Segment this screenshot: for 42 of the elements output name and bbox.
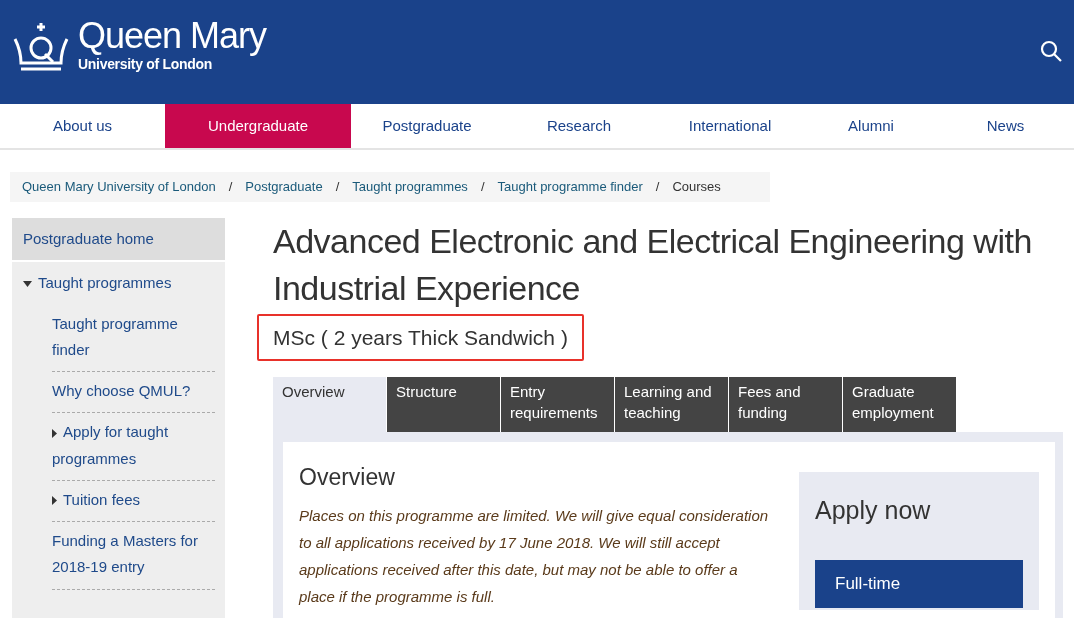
section-heading: Overview: [299, 464, 396, 492]
sidebar-link[interactable]: Funding a Masters for 2018-19 entry: [52, 522, 215, 590]
sidebar-link[interactable]: Tuition fees: [52, 480, 215, 522]
sidebar-link[interactable]: Apply for taught programmes: [52, 413, 215, 481]
nav-link[interactable]: International: [655, 104, 805, 148]
sidebar-link[interactable]: Postgraduate home: [12, 218, 225, 263]
page-subtitle: MSc ( 2 years Thick Sandwich ): [257, 313, 584, 362]
breadcrumb-link[interactable]: Queen Mary University of London: [22, 177, 216, 197]
apply-heading: Apply now: [815, 495, 932, 527]
crown-logo-icon: [12, 20, 70, 73]
sidebar-link[interactable]: Taught programmes: [12, 262, 225, 305]
breadcrumb-separator: /: [480, 178, 485, 197]
breadcrumb-separator: /: [228, 178, 233, 197]
caret-right-icon: [52, 428, 57, 438]
notice-paragraph: Places on this programme are limited. We will give equal consideration to all applications received by 17 June 2018. We will still accept applications received after this date, but may not be able to offer a place if the programme is full.: [299, 505, 769, 607]
tab[interactable]: Overview: [273, 377, 387, 433]
breadcrumb-link[interactable]: Taught programme finder: [497, 177, 643, 197]
logo-subtitle: University of London: [78, 56, 213, 74]
sidebar-link[interactable]: Taught programme finder: [52, 304, 215, 372]
breadcrumb-link[interactable]: Taught programmes: [352, 177, 468, 197]
full-time-button[interactable]: Full-time: [815, 559, 1023, 608]
nav-link[interactable]: Alumni: [805, 104, 937, 148]
caret-down-icon: [23, 281, 32, 288]
tab[interactable]: Fees and funding: [729, 377, 843, 433]
breadcrumb-separator: /: [335, 178, 340, 197]
breadcrumb-current: Courses: [672, 178, 721, 197]
search-icon[interactable]: [1040, 40, 1062, 62]
nav-link[interactable]: Research: [503, 104, 655, 148]
tab[interactable]: Structure: [387, 377, 501, 433]
breadcrumb-link[interactable]: Postgraduate: [245, 177, 323, 197]
tab[interactable]: Graduate employment: [843, 377, 957, 433]
nav-link[interactable]: News: [937, 104, 1074, 148]
nav-link[interactable]: Undergraduate: [165, 104, 351, 148]
nav-link[interactable]: About us: [0, 104, 165, 148]
tab[interactable]: Entry requirements: [501, 377, 615, 433]
page-title: Advanced Electronic and Electrical Engineering with Industrial Experience: [273, 221, 1033, 309]
breadcrumb-separator: /: [655, 178, 660, 197]
caret-right-icon: [52, 496, 57, 506]
logo-title: Queen Mary: [78, 18, 267, 54]
nav-link[interactable]: Postgraduate: [351, 104, 503, 148]
sidebar-link[interactable]: Why choose QMUL?: [52, 372, 215, 414]
tab[interactable]: Learning and teaching: [615, 377, 729, 433]
